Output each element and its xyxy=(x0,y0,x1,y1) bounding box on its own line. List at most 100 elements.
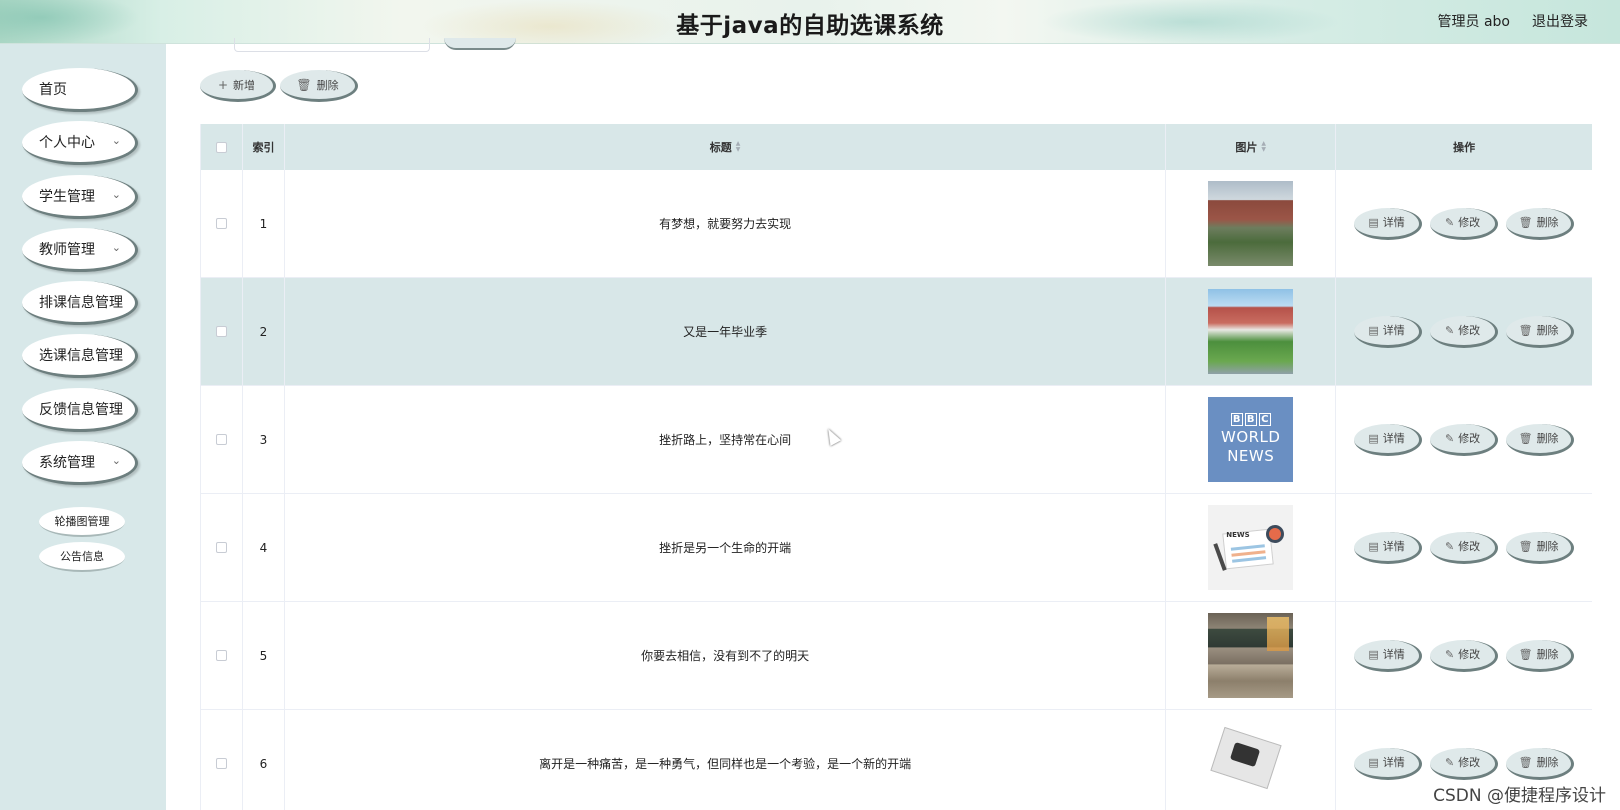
campus-courtyard-image[interactable] xyxy=(1208,289,1294,374)
select-all-checkbox[interactable] xyxy=(215,141,227,153)
edit-button[interactable]: ✎ 修改 xyxy=(1430,315,1499,348)
search-button[interactable] xyxy=(444,38,516,50)
edit-label: 修改 xyxy=(1458,540,1481,553)
index-cell: 2 xyxy=(243,278,285,385)
title-cell: 离开是一种痛苦，是一种勇气，但同样也是一个考验，是一个新的开端 xyxy=(285,710,1167,810)
delete-button[interactable]: 🗑︎ 删除 xyxy=(1506,207,1575,240)
column-header[interactable]: 标题 ▲ ▼ xyxy=(285,124,1167,170)
delete-label: 删除 xyxy=(1536,648,1559,661)
sidebar-item-label: 选课信息管理 xyxy=(39,347,123,364)
sidebar-item-schedule[interactable]: 排课信息管理 xyxy=(22,281,138,325)
row-checkbox[interactable] xyxy=(215,758,227,769)
sidebar: 首页 个人中心 ⌄ 学生管理 ⌄ 教师管理 ⌄ 排课信息管理 选课信息管理 反馈… xyxy=(0,44,166,810)
row-checkbox[interactable] xyxy=(215,650,227,661)
actions-cell: ▤ 详情 ✎ 修改 🗑︎ 删除 xyxy=(1336,386,1592,493)
bulk-delete-label: 删除 xyxy=(316,78,339,92)
edit-label: 修改 xyxy=(1458,216,1481,229)
bbc-news-text: NEWS xyxy=(1227,447,1275,465)
sidebar-item-label: 排课信息管理 xyxy=(39,294,123,311)
sidebar-subitem-carousel[interactable]: 轮播图管理 xyxy=(39,507,125,537)
detail-label: 详情 xyxy=(1382,216,1405,229)
delete-label: 删除 xyxy=(1536,216,1559,229)
sort-icon[interactable]: ▲ ▼ xyxy=(1261,141,1266,153)
detail-button[interactable]: ▤ 详情 xyxy=(1354,639,1423,672)
row-checkbox[interactable] xyxy=(215,434,227,445)
pencil-icon: ✎ xyxy=(1444,323,1455,337)
app-title: 基于java的自助选课系统 xyxy=(676,13,944,39)
detail-button[interactable]: ▤ 详情 xyxy=(1354,207,1423,240)
image-cell xyxy=(1166,170,1337,277)
data-table: 索引 标题 ▲ ▼ 图片 ▲ ▼ 操作 1 有梦想，就要努力去实现 ▤ 详情 ✎ 修改 🗑︎… xyxy=(200,124,1592,810)
add-button-label: 新增 xyxy=(233,78,256,92)
sidebar-item-students[interactable]: 学生管理 ⌄ xyxy=(22,175,138,219)
campus-building-image[interactable] xyxy=(1208,181,1294,266)
add-button[interactable]: + 新增 xyxy=(200,70,276,102)
search-input[interactable] xyxy=(234,38,430,52)
column-label: 操作 xyxy=(1453,141,1476,154)
logout-link[interactable]: 退出登录 xyxy=(1532,11,1588,31)
delete-button[interactable]: 🗑︎ 删除 xyxy=(1506,315,1575,348)
row-checkbox[interactable] xyxy=(215,326,227,337)
edit-button[interactable]: ✎ 修改 xyxy=(1430,531,1499,564)
edit-button[interactable]: ✎ 修改 xyxy=(1430,423,1499,456)
edit-button[interactable]: ✎ 修改 xyxy=(1430,639,1499,672)
chevron-down-icon: ⌄ xyxy=(111,188,121,201)
sidebar-item-feedback[interactable]: 反馈信息管理 xyxy=(22,388,138,432)
check-cell xyxy=(201,494,243,601)
row-checkbox[interactable] xyxy=(215,542,227,553)
trash-icon: 🗑︎ xyxy=(1518,539,1533,553)
sidebar-item-teachers[interactable]: 教师管理 ⌄ xyxy=(22,228,138,272)
user-label: 管理员 abo xyxy=(1437,14,1510,30)
trash-icon: 🗑︎ xyxy=(1518,431,1533,445)
detail-button[interactable]: ▤ 详情 xyxy=(1354,747,1423,780)
sidebar-subitem-notice[interactable]: 公告信息 xyxy=(39,542,125,572)
detail-button[interactable]: ▤ 详情 xyxy=(1354,315,1423,348)
row-checkbox[interactable] xyxy=(215,218,227,229)
delete-button[interactable]: 🗑︎ 删除 xyxy=(1506,639,1575,672)
check-cell xyxy=(201,602,243,709)
pencil-icon: ✎ xyxy=(1444,647,1455,661)
classroom-image[interactable] xyxy=(1208,613,1294,698)
bbc-world-news-image[interactable]: B B C WORLD NEWS xyxy=(1208,397,1294,482)
delete-label: 删除 xyxy=(1536,324,1559,337)
delete-button[interactable]: 🗑︎ 删除 xyxy=(1506,423,1575,456)
bulk-delete-button[interactable]: 🗑︎ 删除 xyxy=(280,70,358,102)
actions-cell: ▤ 详情 ✎ 修改 🗑︎ 删除 xyxy=(1336,494,1592,601)
edit-label: 修改 xyxy=(1458,648,1481,661)
column-header[interactable]: 图片 ▲ ▼ xyxy=(1166,124,1337,170)
detail-button[interactable]: ▤ 详情 xyxy=(1354,423,1423,456)
window-graphic xyxy=(1267,617,1290,651)
sidebar-item-profile[interactable]: 个人中心 ⌄ xyxy=(22,121,138,165)
edit-button[interactable]: ✎ 修改 xyxy=(1430,207,1499,240)
sidebar-item-label: 学生管理 xyxy=(39,188,95,205)
delete-label: 删除 xyxy=(1536,756,1559,769)
trash-icon: 🗑︎ xyxy=(1518,647,1533,661)
trash-icon: 🗑︎ xyxy=(1518,323,1533,337)
detail-button[interactable]: ▤ 详情 xyxy=(1354,531,1423,564)
sidebar-item-system[interactable]: 系统管理 ⌄ xyxy=(22,441,138,485)
sidebar-subitem-label: 公告信息 xyxy=(60,550,104,563)
watermark-text: CSDN @便捷程序设计 xyxy=(1433,786,1606,806)
sort-icon[interactable]: ▲ ▼ xyxy=(736,141,741,153)
delete-label: 删除 xyxy=(1536,432,1559,445)
news-illustration-image[interactable]: NEWS xyxy=(1208,505,1294,590)
main-content: + 新增 🗑︎ 删除 索引 标题 ▲ ▼ 图片 ▲ ▼ 操作 1 有梦想，就要努力去实现… xyxy=(166,38,1620,810)
column-label: 图片 xyxy=(1235,141,1258,154)
sidebar-item-course-selection[interactable]: 选课信息管理 xyxy=(22,334,138,378)
column-header: 索引 xyxy=(243,124,285,170)
detail-label: 详情 xyxy=(1382,540,1405,553)
delete-button[interactable]: 🗑︎ 删除 xyxy=(1506,531,1575,564)
magnifier-graphic xyxy=(1266,525,1285,543)
document-icon: ▤ xyxy=(1368,755,1379,769)
sidebar-item-home[interactable]: 首页 xyxy=(22,68,138,112)
newspaper-image[interactable] xyxy=(1208,721,1293,806)
delete-button[interactable]: 🗑︎ 删除 xyxy=(1506,747,1575,780)
title-cell: 又是一年毕业季 xyxy=(285,278,1167,385)
column-label: 索引 xyxy=(252,141,275,154)
detail-label: 详情 xyxy=(1382,756,1405,769)
pencil-icon: ✎ xyxy=(1444,431,1455,445)
edit-button[interactable]: ✎ 修改 xyxy=(1430,747,1499,780)
table-row: 4 挫折是另一个生命的开端 NEWS ▤ 详情 ✎ 修改 🗑︎ 删除 xyxy=(201,494,1592,602)
image-cell: NEWS xyxy=(1166,494,1337,601)
document-icon: ▤ xyxy=(1368,539,1379,553)
